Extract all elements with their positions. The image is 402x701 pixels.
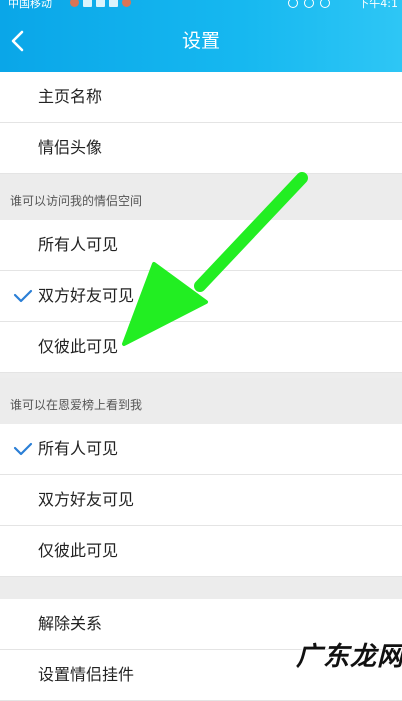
ranking-visibility-header: 谁可以在恩爱榜上看到我 [0, 378, 402, 424]
space-visibility-header: 谁可以访问我的情侣空间 [0, 174, 402, 220]
wifi-icon [304, 0, 314, 8]
gift-notification-icon [109, 0, 118, 7]
check-icon [13, 442, 33, 456]
ranking-option-each-other[interactable]: 仅彼此可见 [0, 526, 402, 577]
dissolve-relationship-label: 解除关系 [38, 614, 103, 633]
option-label: 双方好友可见 [38, 490, 135, 509]
system-icons [288, 0, 330, 8]
option-label: 仅彼此可见 [38, 337, 119, 356]
space-option-each-other[interactable]: 仅彼此可见 [0, 322, 402, 373]
status-clock: 下午4:1 [358, 0, 398, 10]
ranking-option-mutual-friends[interactable]: 双方好友可见 [0, 475, 402, 526]
ranking-visibility-section: 所有人可见 双方好友可见 仅彼此可见 [0, 424, 402, 577]
signal-icon [320, 0, 330, 8]
page-title: 设置 [181, 30, 220, 52]
watermark: 广东龙网 [292, 632, 402, 672]
space-option-mutual-friends[interactable]: 双方好友可见 [0, 271, 402, 322]
app-notification-icon [70, 0, 79, 7]
alert-notification-icon [122, 0, 131, 7]
title-bar: 设置 [0, 10, 402, 72]
profile-section: 主页名称 情侣头像 [0, 72, 402, 174]
back-button[interactable] [4, 24, 34, 58]
couple-pendant-label: 设置情侣挂件 [38, 665, 135, 684]
couple-avatar-item[interactable]: 情侣头像 [0, 123, 402, 174]
ranking-option-everyone[interactable]: 所有人可见 [0, 424, 402, 475]
notification-icons [70, 0, 131, 7]
home-name-label: 主页名称 [38, 87, 103, 106]
option-label: 所有人可见 [38, 439, 119, 458]
mail-notification-icon [96, 0, 105, 7]
option-label: 仅彼此可见 [38, 541, 119, 560]
status-bar: 中国移动 下午4:1 [0, 0, 402, 10]
home-name-item[interactable]: 主页名称 [0, 72, 402, 123]
section-gap [0, 577, 402, 599]
couple-avatar-label: 情侣头像 [38, 138, 103, 157]
carrier-name: 中国移动 [8, 0, 52, 10]
space-visibility-section: 所有人可见 双方好友可见 仅彼此可见 [0, 220, 402, 373]
option-label: 所有人可见 [38, 235, 119, 254]
check-icon [13, 289, 33, 303]
message-notification-icon [83, 0, 92, 7]
option-label: 双方好友可见 [38, 286, 135, 305]
chevron-left-icon [11, 30, 24, 52]
watermark-text: 广东龙网 [296, 642, 402, 672]
space-option-everyone[interactable]: 所有人可见 [0, 220, 402, 271]
alarm-icon [288, 0, 298, 8]
